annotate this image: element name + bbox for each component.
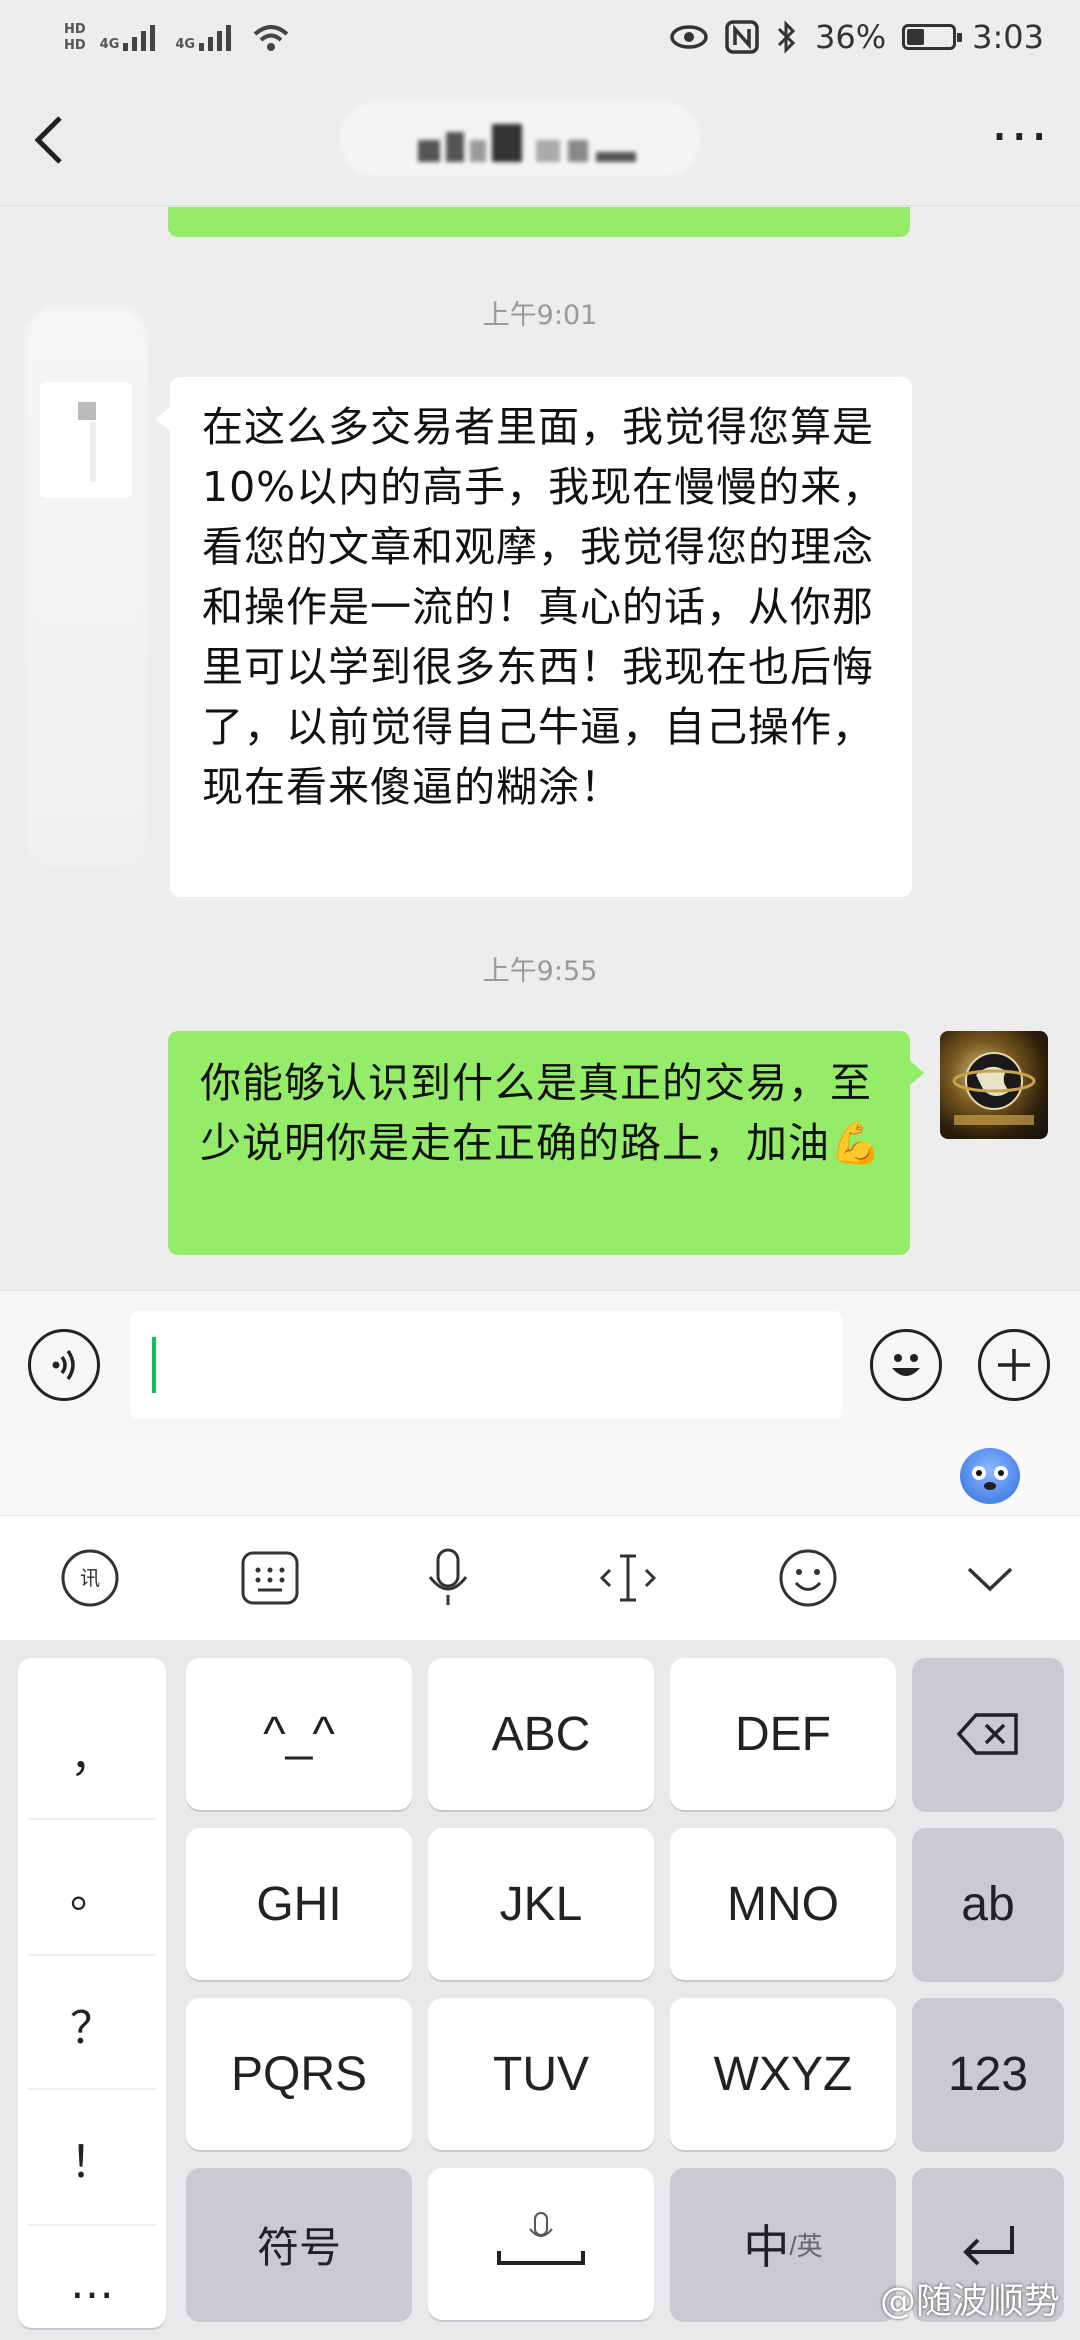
suggestion-strip [0, 1440, 1080, 1516]
wifi-icon [253, 25, 289, 51]
text-cursor-icon [599, 1554, 657, 1602]
key-wxyz[interactable]: WXYZ [670, 1998, 896, 2150]
svg-text:讯: 讯 [80, 1566, 100, 1590]
contact-avatar[interactable] [40, 382, 132, 498]
voice-button[interactable] [28, 1329, 100, 1401]
network-label-1: 4G [99, 37, 120, 52]
punctuation-column[interactable]: ， 。 ？ ！ … [18, 1658, 166, 2328]
backspace-icon [956, 1713, 1018, 1755]
key-123[interactable]: 123 [912, 1998, 1064, 2150]
key-emoticon[interactable]: ^_^ [186, 1658, 412, 1810]
battery-percent: 36% [815, 18, 887, 56]
ime-logo-button[interactable]: 讯 [50, 1538, 130, 1618]
contact-name-redacted [340, 102, 700, 176]
backspace-key[interactable] [912, 1658, 1064, 1810]
bubble-tail [156, 405, 172, 433]
xunfei-logo-icon: 讯 [61, 1549, 119, 1607]
plus-icon [998, 1349, 1030, 1381]
outgoing-message-bubble[interactable]: 你能够认识到什么是真正的交易，至少说明你是走在正确的路上，加油💪 [168, 1031, 924, 1255]
nfc-icon [725, 20, 759, 54]
ime-mascot-icon[interactable] [960, 1448, 1020, 1504]
cursor-move-button[interactable] [588, 1538, 668, 1618]
voice-input-button[interactable] [408, 1538, 488, 1618]
keyboard-toolbar: 讯 [0, 1516, 1080, 1640]
lang-main-label: 中 [743, 2221, 790, 2273]
key-ghi[interactable]: GHI [186, 1828, 412, 1980]
smiley-icon [892, 1354, 920, 1376]
input-bar [0, 1290, 1080, 1440]
chat-header: ··· [0, 72, 1080, 206]
key-jkl[interactable]: JKL [428, 1828, 654, 1980]
keyboard: ， 。 ？ ！ … ^_^ ABC DEF GHI JKL MNO ab PQR… [0, 1640, 1080, 2340]
back-button[interactable] [30, 112, 80, 172]
signal-icon-1: 4G [100, 23, 162, 53]
hd-label-2: HD [64, 38, 86, 53]
my-avatar[interactable] [940, 1031, 1048, 1139]
chevron-left-icon [34, 116, 62, 164]
incoming-message-bubble[interactable]: 在这么多交易者里面，我觉得您算是10%以内的高手，我现在慢慢的来，看您的文章和观… [156, 377, 912, 897]
voice-icon [52, 1349, 75, 1381]
key-ab[interactable]: ab [912, 1828, 1064, 1980]
incoming-message-text: 在这么多交易者里面，我觉得您算是10%以内的高手，我现在慢慢的来，看您的文章和观… [202, 403, 885, 811]
space-key[interactable] [428, 2168, 654, 2320]
emoji-panel-button[interactable] [768, 1538, 848, 1618]
punct-key[interactable]: ！ [18, 2126, 166, 2190]
smiley-icon [779, 1549, 837, 1607]
key-abc[interactable]: ABC [428, 1658, 654, 1810]
timestamp-2: 上午9:55 [482, 956, 598, 987]
emoji-button[interactable] [870, 1329, 942, 1401]
status-bar: HD HD 4G 4G 36% 3:03 [0, 0, 1080, 72]
key-def[interactable]: DEF [670, 1658, 896, 1810]
network-label-2: 4G [175, 37, 196, 52]
key-pqrs[interactable]: PQRS [186, 1998, 412, 2150]
clock: 3:03 [972, 18, 1044, 56]
lang-sub-label: /英 [789, 2230, 823, 2261]
more-functions-button[interactable] [978, 1329, 1050, 1401]
hd-label-1: HD [64, 22, 86, 37]
eye-icon [670, 25, 708, 49]
key-symbols[interactable]: 符号 [186, 2168, 412, 2320]
message-input[interactable] [130, 1311, 842, 1419]
punct-key[interactable]: … [18, 2258, 166, 2309]
battery-icon [902, 24, 963, 50]
outgoing-message-text: 你能够认识到什么是真正的交易，至少说明你是走在正确的路上，加油💪 [200, 1059, 883, 1167]
keyboard-icon [241, 1551, 299, 1605]
enter-icon [963, 2226, 1014, 2266]
punct-key[interactable]: ， [18, 1720, 166, 1784]
key-mno[interactable]: MNO [670, 1828, 896, 1980]
signal-icon-2: 4G [175, 23, 237, 53]
text-caret [152, 1337, 156, 1393]
space-mic-icon [497, 2212, 585, 2265]
punct-key[interactable]: 。 [18, 1856, 166, 1920]
language-switch-key[interactable]: 中/英 [670, 2168, 896, 2320]
chat-area: 上午9:01 在这么多交易者里面，我觉得您算是10%以内的高手，我现在慢慢的来，… [0, 207, 1080, 1290]
bubble-tail [908, 1059, 924, 1087]
key-tuv[interactable]: TUV [428, 1998, 654, 2150]
more-options-button[interactable]: ··· [991, 108, 1050, 168]
message-bubble-partial[interactable] [168, 207, 910, 237]
timestamp-1: 上午9:01 [482, 300, 598, 331]
collapse-keyboard-button[interactable] [950, 1538, 1030, 1618]
watermark: @随波顺势 [879, 2281, 1060, 2322]
microphone-icon [428, 1548, 468, 1605]
punct-key[interactable]: ？ [18, 1992, 166, 2056]
globe-icon [952, 1052, 1036, 1125]
bluetooth-icon [777, 20, 796, 54]
status-left: HD HD 4G 4G [64, 8, 291, 68]
keyboard-switch-button[interactable] [230, 1538, 310, 1618]
chevron-down-icon [967, 1567, 1013, 1592]
status-right: 36% 3:03 [669, 12, 1044, 62]
more-icon: ··· [990, 105, 1050, 170]
hd-indicators: HD HD [64, 22, 86, 54]
